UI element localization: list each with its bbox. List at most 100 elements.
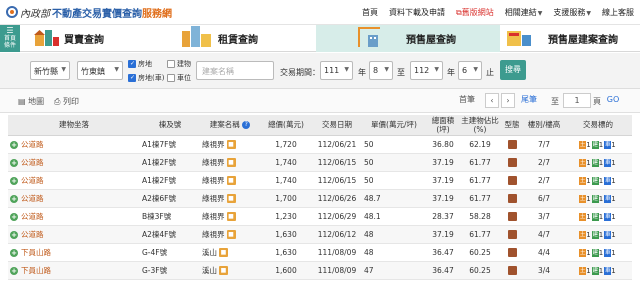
tab-presale-query[interactable]: 預售屋查詢 <box>316 25 500 52</box>
tab-sale-query[interactable]: 買賣查詢 <box>20 25 120 52</box>
expand-plus-icon[interactable]: + <box>10 212 18 221</box>
expand-plus-icon[interactable]: + <box>10 194 18 203</box>
to-month-value: 6 <box>462 66 468 75</box>
address-text[interactable]: 公道路 <box>21 230 44 239</box>
chevron-down-icon: ▼ <box>537 10 543 17</box>
from-year-select[interactable]: 111 ▼ <box>320 61 353 80</box>
address-cell[interactable]: + 下員山路 <box>8 243 140 262</box>
address-text[interactable]: 公道路 <box>21 158 44 167</box>
chevron-down-icon: ▼ <box>473 66 478 73</box>
first-page-button[interactable]: 首筆 <box>452 93 482 108</box>
address-cell[interactable]: + 公道路 <box>8 171 140 190</box>
total-price-cell: 1,740 <box>260 171 312 190</box>
info-icon[interactable]: ? <box>242 121 251 130</box>
col-project[interactable]: 建案名稱 ? <box>200 115 260 136</box>
go-button[interactable]: GO <box>604 93 622 108</box>
from-month-select[interactable]: 8 ▼ <box>369 61 393 80</box>
checkbox-checked-icon <box>128 74 136 82</box>
nav-support[interactable]: 支援服務▼ <box>553 7 591 18</box>
address-text[interactable]: 公道路 <box>21 194 44 203</box>
address-text[interactable]: 公道路 <box>21 140 44 149</box>
parking-count: 1 <box>611 194 616 203</box>
nav-home[interactable]: 首頁 <box>362 7 378 18</box>
table-row[interactable]: + 公道路 A2棟4F號 綠視界 ■ 1,630 112/06/12 48 37.19 61.77… <box>8 225 632 244</box>
checkbox-building[interactable]: 建物 <box>167 59 191 69</box>
table-row[interactable]: + 公道路 A1棟7F號 綠視界 ■ 1,720 112/06/21 50 36.80 62.19… <box>8 135 632 154</box>
address-cell[interactable]: + 公道路 <box>8 207 140 226</box>
table-row[interactable]: + 公道路 A2棟6F號 綠視界 ■ 1,700 112/06/26 48.7 37.19 61.… <box>8 189 632 208</box>
floor-cell: 2/7 <box>524 153 564 172</box>
unit-cell: A1棟2F號 <box>140 153 200 172</box>
site-logo[interactable]: 內政部 不動產交易實價查詢 服務網 <box>6 5 172 20</box>
parking-count: 1 <box>611 248 616 257</box>
col-floor[interactable]: 樓別/樓高 <box>524 115 564 136</box>
expand-plus-icon[interactable]: + <box>10 230 18 239</box>
table-row[interactable]: + 下員山路 G-4F號 溪山 ■ 1,630 111/08/09 48 36.47 60.25 4… <box>8 243 632 262</box>
address-text[interactable]: 公道路 <box>21 212 44 221</box>
to-month-select[interactable]: 6 ▼ <box>458 61 482 80</box>
map-view-button[interactable]: ▤ 地圖 <box>18 96 44 107</box>
area-cell: 28.37 <box>426 207 460 226</box>
col-type[interactable]: 型態 <box>500 115 524 136</box>
expand-plus-icon[interactable]: + <box>10 248 18 257</box>
checkbox-label: 建物 <box>177 60 191 68</box>
building-type-icon <box>507 193 517 203</box>
project-name: 綠視界 <box>202 139 225 149</box>
address-text[interactable]: 公道路 <box>21 176 44 185</box>
address-text[interactable]: 下員山路 <box>21 248 51 257</box>
checkbox-checked-icon <box>128 60 136 68</box>
nav-online-service[interactable]: 線上客服 <box>602 7 634 18</box>
city-select[interactable]: 新竹縣 ▼ <box>30 61 70 80</box>
address-cell[interactable]: + 公道路 <box>8 135 140 154</box>
col-unit-price[interactable]: 單價(萬元/坪) <box>362 115 426 136</box>
building-badge-icon: 建 <box>591 140 599 149</box>
nav-data-download[interactable]: 資料下載及申請 <box>389 7 445 18</box>
address-cell[interactable]: + 公道路 <box>8 189 140 208</box>
col-unit[interactable]: 棟及號 <box>140 115 200 136</box>
expand-plus-icon[interactable]: + <box>10 266 18 275</box>
nav-related-links[interactable]: 相關連結▼ <box>505 7 543 18</box>
print-button[interactable]: ⎙ 列印 <box>54 96 79 107</box>
sidebar-toggle-button[interactable]: ☰ 首頁 條件 <box>0 25 20 52</box>
total-price-cell: 1,700 <box>260 189 312 208</box>
building-badge-icon: 建 <box>591 230 599 239</box>
sidebar-toggle-line1: 首頁 <box>3 35 16 42</box>
col-date[interactable]: 交易日期 <box>312 115 362 136</box>
table-row[interactable]: + 公道路 A1棟2F號 綠視界 ■ 1,740 112/06/15 50 37.19 61.77… <box>8 153 632 172</box>
address-cell[interactable]: + 下員山路 <box>8 261 140 280</box>
building-count: 1 <box>598 266 604 275</box>
address-cell[interactable]: + 公道路 <box>8 225 140 244</box>
prev-page-button[interactable]: ‹ <box>485 93 499 108</box>
checkbox-land-house-parking[interactable]: 房地(車) <box>128 73 164 83</box>
checkbox-land-house[interactable]: 房地 <box>128 59 152 69</box>
table-row[interactable]: + 公道路 A1棟2F號 綠視界 ■ 1,740 112/06/15 50 37.19 61.77… <box>8 171 632 190</box>
col-main-ratio[interactable]: 主建物佔比(%) <box>460 115 500 136</box>
to-year-unit: 年 <box>447 68 455 77</box>
address-cell[interactable]: + 公道路 <box>8 153 140 172</box>
tab-presale-project-query[interactable]: 預售屋建案查詢 <box>500 25 640 52</box>
page-number-input[interactable]: 1 <box>563 93 591 108</box>
unit-cell: G-3F號 <box>140 261 200 280</box>
next-page-button[interactable]: › <box>501 93 515 108</box>
tab-rent-query[interactable]: 租賃查詢 <box>120 25 316 52</box>
table-row[interactable]: + 下員山路 G-3F號 溪山 ■ 1,600 111/08/09 47 36.47 60.25 3… <box>8 261 632 280</box>
unit-price-cell: 48 <box>362 243 426 262</box>
from-year-value: 111 <box>324 66 340 75</box>
to-year-select[interactable]: 112 ▼ <box>410 61 443 80</box>
search-button[interactable]: 搜尋 <box>500 60 526 80</box>
col-total-price[interactable]: 總價(萬元) <box>260 115 312 136</box>
col-address[interactable]: 建物坐落 <box>8 115 140 136</box>
last-page-button[interactable]: 尾筆 <box>516 93 542 108</box>
district-select[interactable]: 竹東鎮 ▼ <box>77 61 123 80</box>
col-area[interactable]: 總面積(坪) <box>426 115 460 136</box>
address-text[interactable]: 下員山路 <box>21 266 51 275</box>
nav-old-site[interactable]: ⧉舊版網站 <box>456 7 494 18</box>
checkbox-parking[interactable]: 車位 <box>167 73 191 83</box>
table-row[interactable]: + 公道路 B棟3F號 綠視界 ■ 1,230 112/06/29 48.1 28.37 58.2… <box>8 207 632 226</box>
expand-plus-icon[interactable]: + <box>10 176 18 185</box>
col-target[interactable]: 交易標的 <box>564 115 632 136</box>
unit-cell: A1棟7F號 <box>140 135 200 154</box>
expand-plus-icon[interactable]: + <box>10 158 18 167</box>
project-name-input[interactable]: 建案名稱 <box>196 61 274 80</box>
expand-plus-icon[interactable]: + <box>10 140 18 149</box>
